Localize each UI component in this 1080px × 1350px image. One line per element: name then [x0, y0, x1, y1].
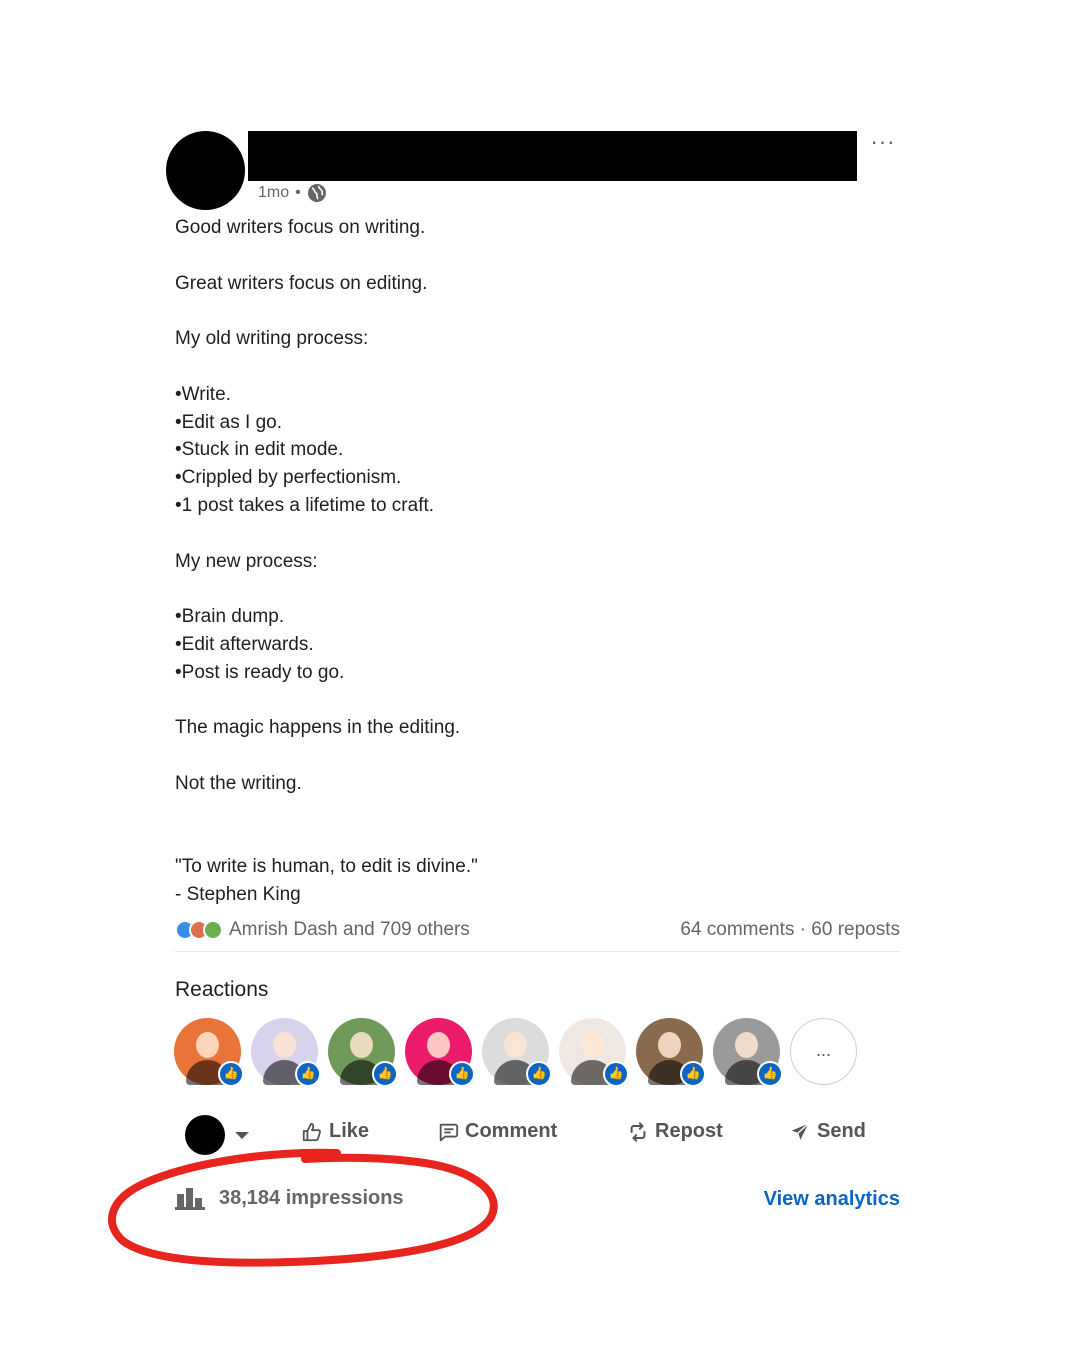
meta-separator: •	[295, 184, 301, 201]
avatar-face	[504, 1032, 527, 1058]
post-line: My new process:	[175, 550, 318, 572]
more-options-button[interactable]: ···	[862, 128, 904, 156]
repost-button[interactable]: Repost	[627, 1120, 723, 1143]
reactor-avatar[interactable]: 👍	[559, 1018, 629, 1087]
reactor-avatars: 👍 👍 👍 👍 👍 👍 👍 👍...	[174, 1018, 857, 1087]
view-analytics-link[interactable]: View analytics	[764, 1188, 900, 1211]
reactor-avatar[interactable]: 👍	[174, 1018, 244, 1087]
caret-down-icon	[235, 1131, 249, 1139]
like-badge-icon: 👍	[295, 1061, 321, 1087]
post-line: My old writing process:	[175, 328, 369, 350]
post-line: •Brain dump.	[175, 606, 285, 628]
post-meta: 1mo •	[258, 182, 327, 204]
avatar-face	[427, 1032, 450, 1058]
send-icon	[791, 1122, 809, 1140]
reactor-avatar[interactable]: 👍	[713, 1018, 783, 1087]
reactor-avatar[interactable]: 👍	[405, 1018, 475, 1087]
like-badge-icon: 👍	[526, 1061, 552, 1087]
red-circle-annotation	[108, 1148, 498, 1267]
author-avatar[interactable]	[166, 131, 245, 210]
like-badge-icon: 👍	[680, 1061, 706, 1087]
post-line: Great writers focus on editing.	[175, 272, 428, 294]
repost-label: Repost	[655, 1120, 723, 1142]
support-reaction-icon	[203, 920, 223, 940]
post-time: 1mo	[258, 184, 290, 201]
like-badge-icon: 👍	[757, 1061, 783, 1087]
divider	[175, 951, 900, 952]
reactions-title: Reactions	[175, 978, 269, 1001]
post-line: •1 post takes a lifetime to craft.	[175, 494, 435, 516]
comment-button[interactable]: Comment	[437, 1120, 557, 1143]
post-text: Good writers focus on writing. Great writ…	[175, 214, 915, 909]
comment-icon	[439, 1123, 459, 1141]
reaction-icons[interactable]	[175, 920, 223, 940]
post-line: •Edit afterwards.	[175, 633, 314, 655]
avatar-face	[735, 1032, 758, 1058]
post-line: The magic happens in the editing.	[175, 717, 461, 739]
post-line: - Stephen King	[175, 884, 301, 906]
like-badge-icon: 👍	[372, 1061, 398, 1087]
like-badge-icon: 👍	[218, 1061, 244, 1087]
reactor-avatar[interactable]: 👍	[328, 1018, 398, 1087]
post-line: •Crippled by perfectionism.	[175, 467, 402, 489]
avatar-face	[658, 1032, 681, 1058]
globe-icon	[307, 184, 326, 202]
reactors-link[interactable]: Amrish Dash and 709 others	[229, 919, 470, 941]
post-line: •Post is ready to go.	[175, 661, 345, 683]
send-button[interactable]: Send	[789, 1120, 866, 1143]
reactor-avatar[interactable]: 👍	[636, 1018, 706, 1087]
like-badge-icon: 👍	[603, 1061, 629, 1087]
post-line: Good writers focus on writing.	[175, 217, 426, 238]
comment-label: Comment	[465, 1120, 558, 1142]
thumbs-up-icon	[302, 1122, 321, 1141]
avatar-face	[350, 1032, 373, 1058]
post-line: •Edit as I go.	[175, 411, 282, 433]
post-line: •Write.	[175, 383, 231, 405]
repost-icon	[630, 1121, 646, 1142]
avatar-face	[273, 1032, 296, 1058]
comments-reposts-link[interactable]: 64 comments · 60 reposts	[680, 919, 900, 941]
more-reactors-button[interactable]: ...	[790, 1018, 857, 1085]
reactor-avatar[interactable]: 👍	[251, 1018, 321, 1087]
like-label: Like	[329, 1120, 370, 1142]
like-badge-icon: 👍	[449, 1061, 475, 1087]
reactor-avatar[interactable]: 👍	[482, 1018, 552, 1087]
send-label: Send	[817, 1120, 866, 1142]
like-button[interactable]: Like	[301, 1120, 369, 1143]
social-counts: Amrish Dash and 709 others 64 comments ·…	[175, 916, 900, 944]
avatar-face	[581, 1032, 604, 1058]
post-line: •Stuck in edit mode.	[175, 439, 344, 461]
post-line: "To write is human, to edit is divine."	[175, 856, 478, 878]
post-line: Not the writing.	[175, 772, 302, 794]
author-name-redacted[interactable]	[248, 131, 857, 181]
avatar-face	[196, 1032, 219, 1058]
